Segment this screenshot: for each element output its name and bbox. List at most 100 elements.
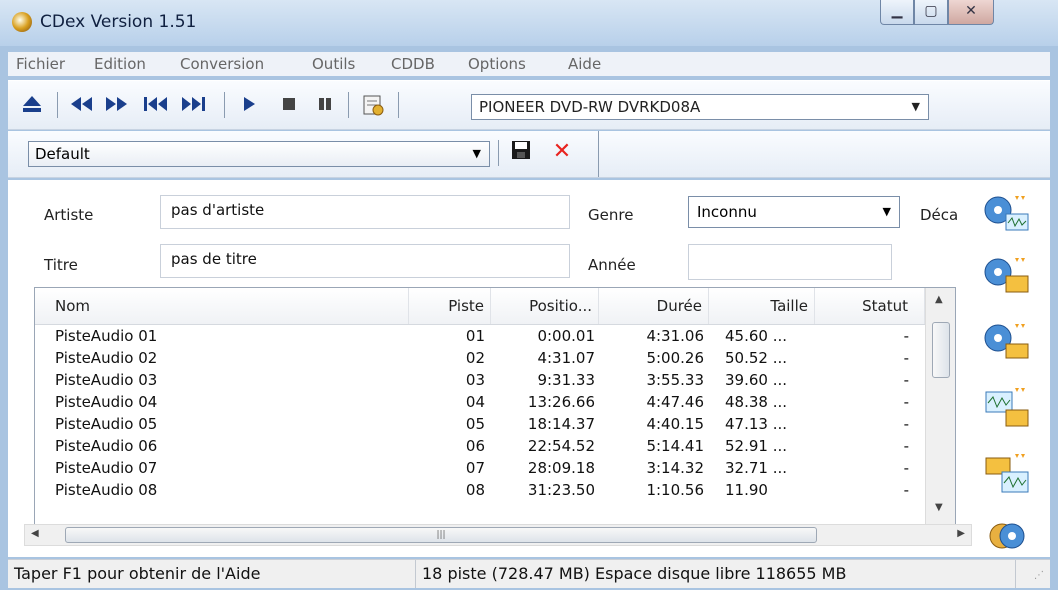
next-track-button[interactable]	[178, 93, 210, 117]
rewind-icon	[71, 97, 92, 111]
cell-piste: 02	[465, 349, 485, 367]
column-header-statut[interactable]: Statut	[815, 288, 925, 324]
resize-grip-icon[interactable]: ⋰	[1034, 570, 1044, 581]
table-row[interactable]: PisteAudio 06 06 22:54.52 5:14.41 52.91 …	[35, 435, 925, 457]
cell-nom: PisteAudio 07	[55, 459, 158, 477]
table-row[interactable]: PisteAudio 05 05 18:14.37 4:40.15 47.13 …	[35, 413, 925, 435]
cell-statut: -	[903, 437, 909, 455]
main-panel: Artiste pas d'artiste Genre Inconnu ▼ Dé…	[8, 180, 1050, 557]
maximize-button[interactable]: ▢	[914, 0, 948, 25]
delete-x-icon: ✕	[552, 139, 572, 164]
extract-to-wav-button[interactable]	[982, 192, 1032, 236]
track-list[interactable]: Nom Piste Positio... Durée Taille Statut…	[34, 287, 956, 525]
menu-cddb[interactable]: CDDB	[391, 55, 435, 73]
cell-position: 31:23.50	[527, 481, 595, 499]
table-row[interactable]: PisteAudio 08 08 31:23.50 1:10.56 11.90 …	[35, 479, 925, 501]
cell-piste: 07	[465, 459, 485, 477]
column-header-position[interactable]: Positio...	[491, 288, 599, 324]
drive-select-value: PIONEER DVD-RW DVRKD08A	[479, 98, 701, 116]
toolbar-separator	[348, 92, 349, 118]
player-toolbar: PIONEER DVD-RW DVRKD08A ▼	[8, 80, 1050, 130]
cell-duree: 4:31.06	[646, 327, 704, 345]
play-button[interactable]	[236, 93, 262, 117]
artist-field[interactable]: pas d'artiste	[160, 195, 570, 229]
stop-button[interactable]	[276, 93, 302, 117]
column-header-taille[interactable]: Taille	[709, 288, 815, 324]
extract-partial-button[interactable]	[982, 320, 1032, 364]
menu-options[interactable]: Options	[468, 55, 526, 73]
cd-play-icon	[989, 523, 1025, 549]
horizontal-scroll-thumb[interactable]: |||	[65, 527, 817, 543]
cell-taille: 48.38 ...	[725, 393, 788, 411]
menu-edition[interactable]: Edition	[94, 55, 146, 73]
cd-info-button[interactable]	[358, 93, 388, 117]
cell-piste: 05	[465, 415, 485, 433]
cd-info-icon	[363, 95, 384, 116]
save-profile-button[interactable]	[508, 140, 534, 164]
cell-taille: 47.13 ...	[725, 415, 788, 433]
delete-profile-button[interactable]: ✕	[550, 140, 574, 164]
window-title: CDex Version 1.51	[40, 12, 197, 32]
mp3-to-wav-button[interactable]	[982, 452, 1032, 496]
minimize-button[interactable]: ▁	[880, 0, 914, 25]
cd-partial-icon	[984, 324, 1029, 359]
cell-taille: 39.60 ...	[725, 371, 788, 389]
cell-duree: 4:47.46	[646, 393, 704, 411]
menu-aide[interactable]: Aide	[568, 55, 601, 73]
cell-duree: 3:14.32	[646, 459, 704, 477]
table-row[interactable]: PisteAudio 07 07 28:09.18 3:14.32 32.71 …	[35, 457, 925, 479]
table-row[interactable]: PisteAudio 04 04 13:26.66 4:47.46 48.38 …	[35, 391, 925, 413]
pause-icon	[319, 98, 331, 110]
profile-select[interactable]: Default ▼	[28, 141, 490, 167]
table-row[interactable]: PisteAudio 03 03 9:31.33 3:55.33 39.60 .…	[35, 369, 925, 391]
menu-fichier[interactable]: Fichier	[16, 55, 65, 73]
cell-nom: PisteAudio 01	[55, 327, 158, 345]
year-field[interactable]	[688, 244, 892, 280]
eject-button[interactable]	[18, 93, 46, 117]
close-button[interactable]: ✕	[948, 0, 994, 25]
genre-select[interactable]: Inconnu ▼	[688, 196, 900, 228]
drive-select[interactable]: PIONEER DVD-RW DVRKD08A ▼	[471, 94, 929, 120]
cd-to-wav-icon	[984, 196, 1029, 231]
artist-label: Artiste	[44, 206, 94, 224]
pause-button[interactable]	[312, 93, 338, 117]
cell-position: 13:26.66	[527, 393, 595, 411]
title-field[interactable]: pas de titre	[160, 244, 570, 278]
fast-forward-icon	[106, 97, 127, 111]
cell-piste: 03	[465, 371, 485, 389]
menu-outils[interactable]: Outils	[312, 55, 355, 73]
previous-track-button[interactable]	[140, 93, 172, 117]
cell-taille: 32.71 ...	[725, 459, 788, 477]
genre-label: Genre	[588, 206, 634, 224]
chevron-down-icon: ▼	[472, 147, 481, 160]
scroll-left-icon[interactable]: ◀	[31, 528, 39, 539]
column-header-nom[interactable]: Nom	[35, 288, 409, 324]
cell-nom: PisteAudio 04	[55, 393, 158, 411]
toolbar-separator	[398, 92, 399, 118]
chevron-down-icon: ▼	[911, 100, 920, 113]
column-header-piste[interactable]: Piste	[409, 288, 491, 324]
cell-piste: 01	[465, 327, 485, 345]
floppy-disk-icon	[512, 141, 530, 159]
vertical-scroll-thumb[interactable]	[932, 322, 950, 378]
rewind-button[interactable]	[66, 93, 96, 117]
status-help-text: Taper F1 pour obtenir de l'Aide	[8, 560, 416, 588]
cell-position: 22:54.52	[527, 437, 595, 455]
table-row[interactable]: PisteAudio 02 02 4:31.07 5:00.26 50.52 .…	[35, 347, 925, 369]
table-row[interactable]: PisteAudio 01 01 0:00.01 4:31.06 45.60 .…	[35, 325, 925, 347]
scroll-down-icon[interactable]: ▼	[935, 502, 943, 513]
column-header-duree[interactable]: Durée	[599, 288, 709, 324]
scroll-right-icon[interactable]: ▶	[957, 528, 965, 539]
wav-to-mp3-button[interactable]	[982, 386, 1032, 430]
extract-to-compressed-button[interactable]	[982, 254, 1032, 298]
horizontal-scrollbar[interactable]: ◀ ||| ▶	[24, 524, 972, 546]
fast-forward-button[interactable]	[102, 93, 132, 117]
menu-conversion[interactable]: Conversion	[180, 55, 264, 73]
cell-piste: 04	[465, 393, 485, 411]
scroll-up-icon[interactable]: ▲	[935, 294, 943, 305]
wav-to-mp3-icon	[985, 388, 1029, 427]
vertical-scrollbar[interactable]: ▲ ▼	[925, 288, 955, 524]
chevron-down-icon: ▼	[882, 205, 891, 218]
cell-duree: 3:55.33	[646, 371, 704, 389]
play-files-button[interactable]	[982, 512, 1032, 556]
